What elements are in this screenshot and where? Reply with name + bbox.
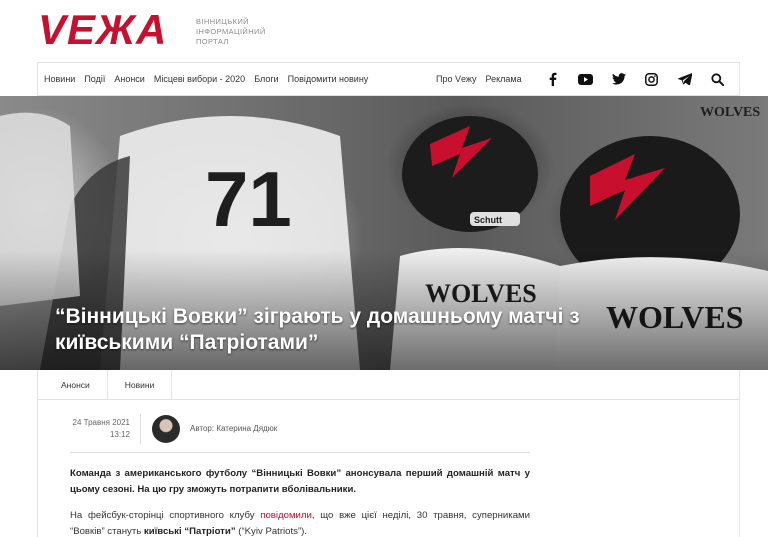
article-datetime: 24 Травня 2021 13:12 — [60, 417, 130, 441]
nav-left-links: Новини Події Анонси Місцеві вибори - 202… — [38, 74, 377, 84]
main-nav: Новини Події Анонси Місцеві вибори - 202… — [37, 62, 740, 96]
youtube-icon[interactable] — [569, 63, 602, 95]
facebook-icon[interactable] — [536, 63, 569, 95]
nav-item-about[interactable]: Про Vежу — [436, 74, 477, 84]
author-name[interactable]: Автор: Катерина Дядюк — [190, 424, 277, 433]
search-icon[interactable] — [701, 63, 734, 95]
nav-item-advertising[interactable]: Реклама — [486, 74, 522, 84]
nav-item-events[interactable]: Події — [84, 74, 105, 84]
meta-divider — [140, 414, 141, 444]
logo-subtitle: ВІННИЦЬКИЙ ІНФОРМАЦІЙНИЙ ПОРТАЛ — [196, 17, 266, 46]
site-logo[interactable]: VЕЖА ВІННИЦЬКИЙ ІНФОРМАЦІЙНИЙ ПОРТАЛ — [38, 4, 298, 60]
nav-item-blogs[interactable]: Блоги — [254, 74, 278, 84]
tag-news[interactable]: Новини — [108, 370, 173, 399]
helmet-brand: Schutt — [474, 215, 502, 225]
author-avatar[interactable] — [152, 415, 180, 443]
logo-wordmark: VЕЖА — [38, 6, 168, 53]
hero-image: 71 Schutt WOLVES WOLVES WOLVES “Вінницьк… — [0, 96, 768, 370]
tag-announcements[interactable]: Анонси — [38, 370, 108, 399]
article-time: 13:12 — [109, 430, 130, 439]
article-date: 24 Травня 2021 — [72, 418, 130, 427]
twitter-icon[interactable] — [602, 63, 635, 95]
nav-item-report-news[interactable]: Повідомити новину — [288, 74, 369, 84]
jersey-number: 71 — [205, 155, 292, 243]
paragraph-text-start: На фейсбук-сторінці спортивного клубу — [70, 510, 261, 521]
social-icons — [536, 63, 734, 95]
instagram-icon[interactable] — [635, 63, 668, 95]
nav-item-news[interactable]: Новини — [44, 74, 75, 84]
article-paragraph: На фейсбук-сторінці спортивного клубу по… — [70, 508, 530, 537]
jersey-name-3: WOLVES — [700, 105, 760, 120]
nav-item-announcements[interactable]: Анонси — [114, 74, 144, 84]
paragraph-bold-team: київські “Патріоти” — [143, 526, 236, 537]
facebook-post-link[interactable]: повідомили — [260, 510, 312, 521]
article-lead: Команда з американського футболу “Вінниц… — [70, 468, 530, 495]
article-tags: Анонси Новини — [37, 370, 740, 400]
paragraph-text-end: (“Kyiv Patriots”). — [235, 526, 308, 537]
meta-separator — [70, 452, 530, 453]
nav-right-links: Про Vежу Реклама — [436, 63, 531, 95]
nav-item-local-elections[interactable]: Місцеві вибори - 2020 — [154, 74, 245, 84]
article-title: “Вінницькі Вовки” зіграють у домашньому … — [55, 305, 580, 354]
telegram-icon[interactable] — [668, 63, 701, 95]
